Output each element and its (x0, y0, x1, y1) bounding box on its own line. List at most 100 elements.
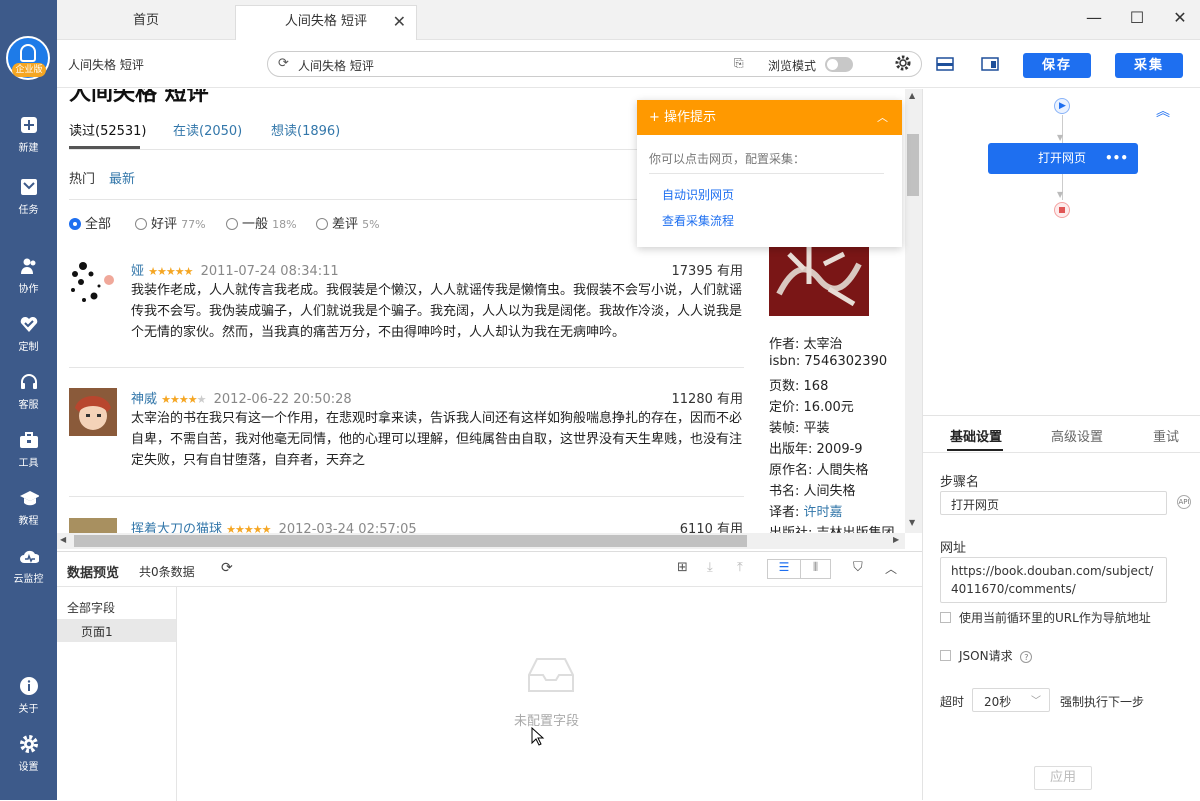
tab-advanced-settings[interactable]: 高级设置 (1051, 426, 1103, 445)
nav-about[interactable]: 关于 (0, 676, 57, 728)
info-value: 太宰治 (803, 337, 843, 352)
tab-reading[interactable]: 在读(2050) (173, 120, 242, 139)
nav-cloud[interactable]: 云监控 (0, 546, 57, 598)
list-view-icon[interactable]: ☰ (768, 560, 800, 578)
timeout-select[interactable]: 20秒 ﹀ (972, 688, 1050, 712)
sort-hot[interactable]: 热门 (69, 168, 95, 187)
maximize-icon[interactable]: ☐ (1125, 8, 1149, 28)
nav-service[interactable]: 客服 (0, 372, 57, 424)
refresh-icon[interactable]: ⟳ (221, 560, 233, 576)
divider (69, 367, 744, 368)
filter-all[interactable]: 全部 (69, 213, 111, 232)
page1-item[interactable]: 页面1 (57, 619, 176, 642)
tab-retry[interactable]: 重试 (1153, 426, 1179, 445)
nav-label: 云监控 (13, 574, 44, 585)
save-button[interactable]: 保存 (1023, 53, 1091, 78)
filter-pct: 77% (181, 218, 206, 231)
minimize-icon[interactable]: — (1082, 8, 1106, 28)
reviewer-name[interactable]: 娅 (131, 264, 144, 279)
horizontal-scrollbar[interactable]: ◀ ▶ (57, 533, 905, 549)
checkbox-icon (940, 650, 951, 661)
nav-tools[interactable]: 工具 (0, 430, 57, 482)
useful-count[interactable]: 17395 有用 (672, 260, 744, 279)
tab-read[interactable]: 读过(52531) (69, 120, 147, 139)
sidebar: 企业版 新建 任务 协作 定制 客服 工具 教程 云监控 关于 设置 (0, 0, 57, 800)
gear-icon[interactable] (895, 55, 911, 74)
filter-pct: 5% (362, 218, 380, 231)
translator-link[interactable]: 许时嘉 (804, 505, 843, 520)
scroll-thumb[interactable] (907, 134, 919, 196)
info-key: 定价: (769, 400, 800, 415)
layout-bottom-icon[interactable] (936, 57, 954, 74)
empty-text: 未配置字段 (514, 714, 580, 729)
nav-label: 新建 (18, 143, 39, 154)
filter-medium[interactable]: 一般 18% (226, 213, 297, 232)
scroll-down-icon[interactable]: ▼ (909, 518, 915, 527)
address-bar[interactable]: ⟳ 人间失格 短评 ⎘ 浏览模式 (267, 51, 922, 77)
nav-collab[interactable]: 协作 (0, 256, 57, 308)
collapse-double-up-icon[interactable]: ︽ (1156, 101, 1170, 121)
url-input[interactable]: https://book.douban.com/subject/4011670/… (940, 557, 1167, 603)
add-field-icon[interactable]: ⊞ (677, 560, 688, 575)
nav-label: 教程 (18, 516, 39, 527)
collapse-icon[interactable]: ︿ (877, 100, 888, 135)
tab-home[interactable]: 首页 (57, 5, 235, 41)
layout-right-icon[interactable] (981, 57, 999, 74)
filter-good[interactable]: 好评 77% (135, 213, 206, 232)
plus-icon: + (649, 110, 660, 125)
useful-count[interactable]: 11280 有用 (672, 388, 744, 407)
close-tab-icon[interactable]: ✕ (393, 6, 406, 38)
more-options-icon[interactable]: ••• (1105, 143, 1128, 174)
headset-icon (19, 372, 39, 392)
json-request-checkbox[interactable]: JSON请求 ? (940, 647, 1033, 664)
download-icon[interactable]: ⤓ (707, 560, 713, 575)
nav-custom[interactable]: 定制 (0, 314, 57, 366)
app-logo[interactable]: 企业版 (6, 36, 50, 80)
refresh-icon[interactable]: ⟳ (278, 56, 289, 71)
upload-icon[interactable]: ⤒ (737, 560, 743, 575)
step-name-input[interactable]: 打开网页 (940, 491, 1167, 515)
page-script-icon[interactable]: ⎘ (734, 56, 744, 71)
filter-icon[interactable]: ⛉ (853, 560, 863, 575)
tab-active[interactable]: 人间失格 短评 ✕ (235, 5, 417, 41)
info-key: 原作名: (769, 463, 813, 478)
api-icon[interactable]: API (1177, 495, 1191, 509)
help-icon[interactable]: ? (1020, 651, 1033, 663)
tab-basic-settings[interactable]: 基础设置 (950, 426, 1002, 445)
column-view-icon[interactable]: ⦀ (800, 560, 830, 578)
scroll-left-icon[interactable]: ◀ (60, 535, 66, 544)
tab-want[interactable]: 想读(1896) (271, 120, 340, 139)
vertical-scrollbar[interactable]: ▲ ▼ (905, 89, 922, 533)
flow-start-icon[interactable]: ▶ (1054, 98, 1070, 114)
tips-title: 操作提示 (664, 110, 717, 125)
tab-label: 首页 (132, 13, 159, 28)
sort-new[interactable]: 最新 (109, 168, 135, 187)
nav-tutorial[interactable]: 教程 (0, 488, 57, 540)
use-loop-url-checkbox[interactable]: 使用当前循环里的URL作为导航地址 (940, 609, 1151, 626)
tips-desc: 你可以点击网页，配置采集： (649, 152, 806, 166)
close-window-icon[interactable]: ✕ (1168, 8, 1192, 28)
info-key: isbn: (769, 354, 801, 369)
nav-settings[interactable]: 设置 (0, 734, 57, 786)
all-fields-label[interactable]: 全部字段 (67, 599, 115, 616)
nav-new[interactable]: 新建 (0, 115, 57, 167)
flow-node-open-page[interactable]: 打开网页 ••• (988, 143, 1138, 174)
users-icon (19, 256, 39, 276)
scroll-thumb[interactable] (74, 535, 747, 547)
radio-icon (69, 218, 81, 230)
scroll-up-icon[interactable]: ▲ (909, 91, 915, 100)
apply-button[interactable]: 应用 (1034, 766, 1092, 790)
checkbox-label: 使用当前循环里的URL作为导航地址 (959, 611, 1151, 625)
auto-detect-link[interactable]: 自动识别网页 (662, 186, 734, 203)
scroll-right-icon[interactable]: ▶ (893, 535, 899, 544)
collapse-up-icon[interactable]: ︿ (885, 560, 897, 577)
filter-bad[interactable]: 差评 5% (316, 213, 380, 232)
filter-pct: 18% (272, 218, 297, 231)
browse-mode-toggle[interactable] (825, 57, 853, 72)
nav-task[interactable]: 任务 (0, 177, 57, 229)
filter-label: 一般 (242, 217, 269, 232)
flow-end-icon[interactable] (1054, 202, 1070, 218)
reviewer-name[interactable]: 神威 (131, 392, 157, 407)
collect-button[interactable]: 采集 (1115, 53, 1183, 78)
view-flow-link[interactable]: 查看采集流程 (662, 212, 734, 229)
